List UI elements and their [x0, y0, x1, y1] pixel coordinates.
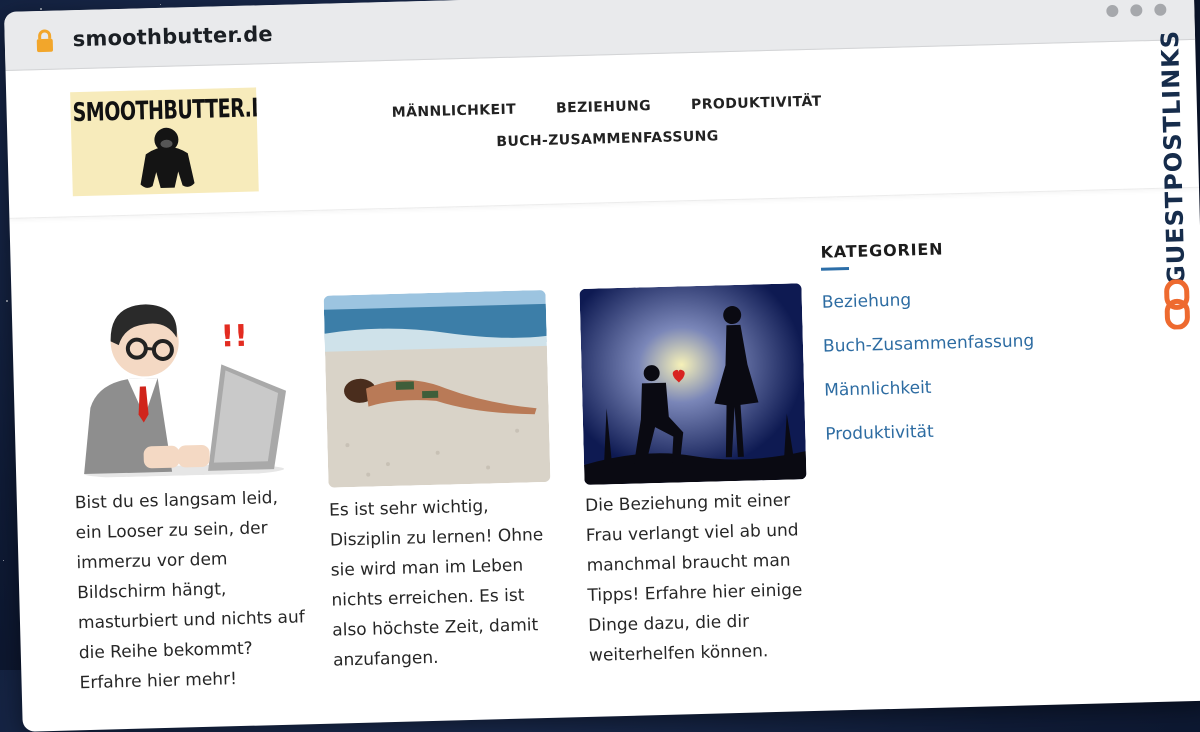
woman-on-beach-photo [323, 289, 551, 488]
logo-text: SMOOTHBUTTER.DE [72, 92, 259, 128]
main-content: !! Bist du es langsam leid, ein Looser z… [9, 187, 1200, 732]
sidebar-title: KATEGORIEN [820, 239, 944, 262]
browser-window: smoothbutter.de SMOOTHBUTTER.DE MÄNNLICH… [4, 0, 1200, 732]
post-excerpt: Die Beziehung mit einer Frau verlangt vi… [584, 490, 803, 666]
nav-item-buch-zusammenfassung[interactable]: BUCH-ZUSAMMENFASSUNG [496, 128, 719, 150]
main-nav: MÄNNLICHKEIT BEZIEHUNG PRODUKTIVITÄT BUC… [392, 94, 822, 169]
sidebar-title-underline [820, 266, 850, 271]
post-image[interactable] [579, 283, 807, 485]
proposal-silhouette-photo [579, 283, 807, 485]
post-excerpt: Es ist sehr wichtig, Disziplin zu lernen… [328, 496, 544, 671]
gorilla-icon [140, 127, 195, 188]
url-bar[interactable]: smoothbutter.de [72, 22, 273, 51]
window-control-dot[interactable] [1130, 4, 1143, 17]
nav-item-maennlichkeit[interactable]: MÄNNLICHKEIT [392, 102, 517, 121]
nav-item-produktivitaet[interactable]: PRODUKTIVITÄT [691, 94, 822, 113]
window-controls [1106, 3, 1167, 18]
sidebar-link-maennlichkeit[interactable]: Männlichkeit [824, 374, 1084, 401]
post-image[interactable] [323, 289, 551, 488]
post-image[interactable]: !! [69, 292, 297, 479]
stressed-man-laptop-illustration: !! [84, 304, 287, 478]
post-excerpt: Bist du es langsam leid, ein Looser zu s… [74, 488, 305, 694]
site-logo[interactable]: SMOOTHBUTTER.DE [70, 87, 259, 197]
nav-item-beziehung[interactable]: BEZIEHUNG [556, 98, 651, 116]
chain-link-icon [1164, 279, 1190, 330]
sidebar-link-buch-zusammenfassung[interactable]: Buch-Zusammenfassung [823, 330, 1083, 357]
svg-text:!!: !! [220, 319, 248, 355]
brand-text: GUESTPOSTLINKS [1155, 29, 1191, 286]
sidebar-link-produktivitaet[interactable]: Produktivität [825, 418, 1085, 445]
sidebar-link-beziehung[interactable]: Beziehung [822, 286, 1082, 312]
lock-icon [36, 29, 54, 53]
window-control-dot[interactable] [1106, 4, 1119, 18]
sidebar: KATEGORIEN Beziehung Buch-Zusammenfassun… [820, 236, 1086, 469]
window-control-dot[interactable] [1154, 3, 1167, 16]
